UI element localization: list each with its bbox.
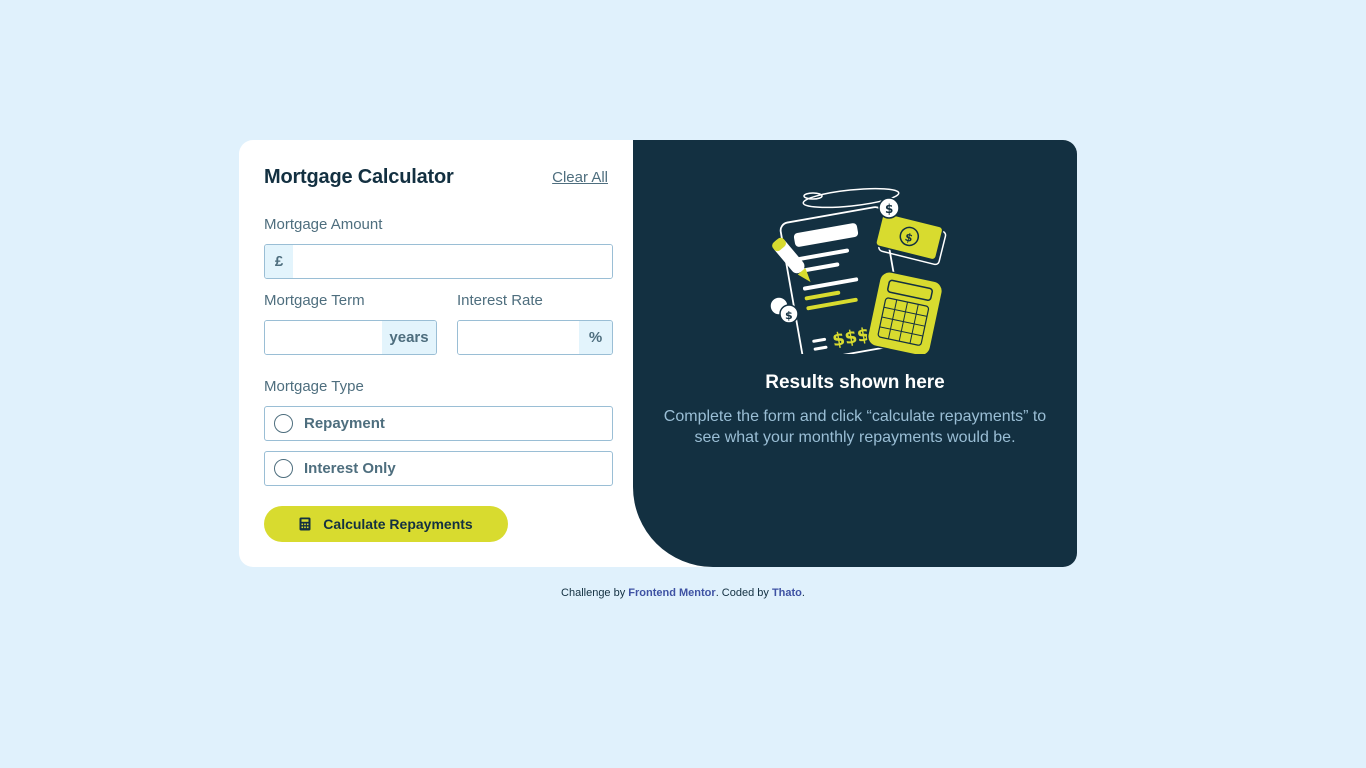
calculate-repayments-button[interactable]: Calculate Repayments (264, 506, 508, 542)
mortgage-term-input[interactable] (265, 321, 382, 354)
radio-label-interest-only: Interest Only (304, 460, 396, 477)
attribution-footer: Challenge by Frontend Mentor. Coded by T… (0, 587, 1366, 599)
svg-text:$: $ (785, 309, 793, 322)
results-title: Results shown here (765, 372, 945, 393)
calculator-card: Mortgage Calculator Clear All Mortgage A… (239, 140, 1077, 567)
mortgage-type-label: Mortgage Type (264, 378, 364, 395)
radio-option-repayment[interactable]: Repayment (264, 406, 613, 441)
results-description: Complete the form and click “calculate r… (663, 408, 1047, 446)
radio-option-interest-only[interactable]: Interest Only (264, 451, 613, 486)
interest-rate-field: % (457, 320, 613, 355)
mortgage-term-field: years (264, 320, 437, 355)
radio-label-repayment: Repayment (304, 415, 385, 432)
form-header: Mortgage Calculator Clear All (264, 164, 608, 190)
radio-circle-icon[interactable] (274, 459, 293, 478)
svg-text:$: $ (885, 202, 893, 216)
calculate-button-label: Calculate Repayments (323, 516, 473, 532)
clear-all-link[interactable]: Clear All (552, 169, 608, 186)
empty-results-illustration: $$$ $ $ $ (769, 187, 947, 354)
mortgage-amount-label: Mortgage Amount (264, 216, 383, 233)
radio-circle-icon[interactable] (274, 414, 293, 433)
mortgage-amount-input[interactable] (293, 245, 612, 278)
pound-prefix: £ (265, 245, 293, 278)
footer-prefix: Challenge by (561, 587, 629, 599)
years-suffix: years (382, 321, 436, 354)
results-panel: $$$ $ $ $ Results shown here Complete th… (633, 140, 1077, 567)
author-link[interactable]: Thato (772, 587, 802, 599)
interest-rate-input[interactable] (458, 321, 579, 354)
mortgage-term-label: Mortgage Term (264, 292, 365, 309)
page-title: Mortgage Calculator (264, 165, 454, 188)
footer-suffix: . (801, 587, 805, 599)
mortgage-amount-field: £ (264, 244, 613, 279)
frontend-mentor-link[interactable]: Frontend Mentor (628, 587, 715, 599)
calculator-icon (299, 517, 311, 531)
percent-suffix: % (579, 321, 612, 354)
footer-middle: . Coded by (715, 587, 772, 599)
interest-rate-label: Interest Rate (457, 292, 543, 309)
calculator-form: Mortgage Calculator Clear All Mortgage A… (239, 140, 633, 567)
